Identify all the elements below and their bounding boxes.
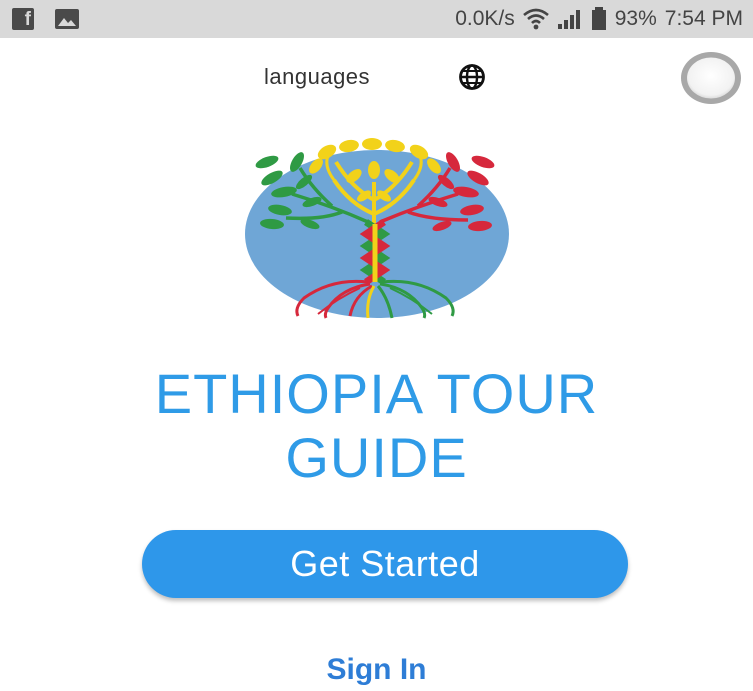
- page-title: ETHIOPIA TOUR GUIDE: [0, 362, 753, 490]
- facebook-icon: f: [12, 8, 34, 30]
- image-icon: [55, 9, 79, 29]
- status-time: 7:54 PM: [664, 7, 743, 30]
- tree-logo: [245, 138, 509, 319]
- title-line-1: ETHIOPIA TOUR: [154, 362, 599, 425]
- battery-percent: 93%: [614, 7, 657, 30]
- battery-icon: [591, 7, 606, 30]
- status-bar-left: f: [12, 8, 80, 30]
- sign-in-link[interactable]: Sign In: [0, 652, 753, 688]
- app-screen: f 0.0K/s 93% 7:54 PM languages ETHIOPIA …: [0, 0, 753, 691]
- status-bar: f 0.0K/s 93% 7:54 PM: [0, 0, 753, 38]
- globe-icon[interactable]: [458, 63, 486, 91]
- wifi-icon: [522, 8, 549, 30]
- signal-icon: [557, 10, 580, 29]
- get-started-button[interactable]: Get Started: [142, 530, 628, 598]
- status-bar-right: 0.0K/s 93% 7:54 PM: [455, 7, 743, 31]
- network-speed: 0.0K/s: [455, 7, 515, 30]
- languages-label[interactable]: languages: [264, 64, 370, 90]
- title-line-2: GUIDE: [285, 426, 468, 489]
- toggle-icon[interactable]: [679, 50, 743, 106]
